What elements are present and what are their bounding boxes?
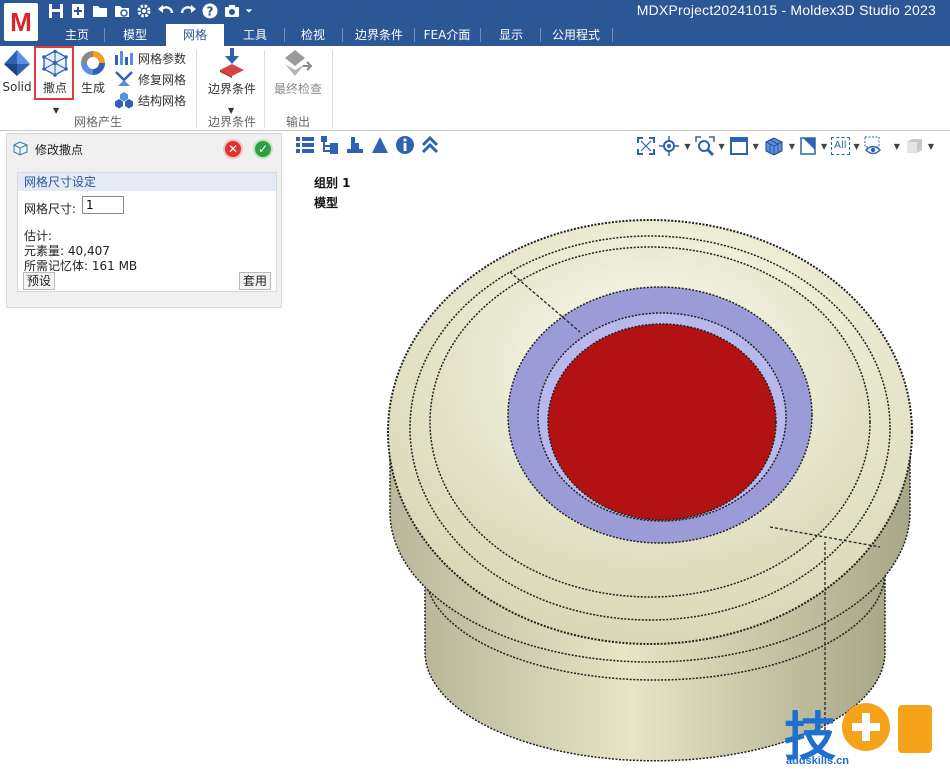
- watermark-logo: 技 addskills.cn: [784, 695, 944, 768]
- solid-label: Solid: [2, 80, 32, 94]
- mesh-params-label: 网格参数: [138, 51, 187, 66]
- 3d-viewport[interactable]: ▼ ▼ ▼ ▼ ▼ All ▼ ▼ ▼ 组别 1 模型: [290, 132, 950, 769]
- mesh-size-label: 网格尺寸:: [24, 202, 77, 216]
- save-icon[interactable]: [46, 1, 66, 21]
- group-label-boundary: 边界条件: [208, 115, 257, 129]
- boundary-conditions-label: 边界条件: [207, 82, 256, 96]
- tab-mesh[interactable]: 网格: [166, 24, 224, 46]
- group-label-output: 输出: [286, 115, 311, 129]
- close-icon: ✕: [227, 142, 239, 156]
- boundary-conditions-icon: [220, 48, 244, 78]
- tab-separator: [104, 28, 105, 42]
- preset-button[interactable]: 预设: [23, 272, 56, 290]
- tab-utilities[interactable]: 公用程式: [544, 24, 608, 46]
- window-title: MDXProject20241015 - Moldex3D Studio 202…: [636, 2, 936, 18]
- tab-separator: [480, 28, 481, 42]
- repair-mesh-label: 修复网格: [138, 72, 187, 87]
- structured-mesh-icon: [115, 92, 133, 109]
- solid-button[interactable]: Solid: [2, 48, 32, 94]
- tab-separator: [612, 28, 613, 42]
- final-check-icon: [285, 50, 313, 76]
- app-logo-letter: M: [10, 6, 32, 37]
- generate-label: 生成: [80, 81, 105, 95]
- ribbon: Solid 撒点 ▼ 生成 网格参数 修复网格 结构网格 网格产生 边界条件 ▼…: [0, 46, 950, 131]
- open-folder-icon[interactable]: [90, 1, 110, 21]
- group-title: 网格尺寸设定: [18, 173, 276, 191]
- tab-boundary-conditions[interactable]: 边界条件: [346, 24, 412, 46]
- structured-mesh-button[interactable]: 结构网格: [114, 90, 186, 110]
- tab-home[interactable]: 主页: [54, 24, 100, 46]
- tab-fea-interface[interactable]: FEA介面: [418, 24, 476, 46]
- generate-mesh-icon: [81, 51, 105, 75]
- structured-mesh-label: 结构网格: [138, 93, 187, 108]
- mesh-model-render[interactable]: [290, 132, 950, 769]
- tab-display[interactable]: 显示: [486, 24, 536, 46]
- help-icon[interactable]: ?: [200, 1, 220, 21]
- tab-separator: [284, 28, 285, 42]
- gear-icon[interactable]: [134, 1, 154, 21]
- cube-icon: [13, 141, 28, 156]
- group-separator: [196, 50, 197, 128]
- camera-icon[interactable]: [222, 1, 242, 21]
- group-separator: [332, 50, 333, 128]
- solid-icon: [4, 50, 30, 76]
- boundary-conditions-button[interactable]: 边界条件: [206, 48, 258, 97]
- group-separator: [264, 50, 265, 128]
- core-face: [547, 323, 777, 521]
- title-bar: ? MDXProject20241015 - Moldex3D Studio 2…: [0, 0, 950, 22]
- tab-separator: [342, 28, 343, 42]
- confirm-button[interactable]: ✓: [253, 139, 273, 159]
- tab-separator: [540, 28, 541, 42]
- panel-title: 修改撒点: [35, 143, 84, 157]
- final-check-button[interactable]: 最终检查: [272, 48, 324, 97]
- apply-button[interactable]: 套用: [239, 272, 272, 290]
- tab-separator: [414, 28, 415, 42]
- final-check-label: 最终检查: [273, 82, 322, 96]
- quick-access-toolbar: ?: [46, 1, 254, 21]
- mesh-size-input[interactable]: [82, 196, 124, 214]
- mesh-params-button[interactable]: 网格参数: [114, 48, 186, 68]
- cancel-button[interactable]: ✕: [223, 139, 243, 159]
- search-folder-icon[interactable]: [112, 1, 132, 21]
- seed-dropdown-caret[interactable]: ▼: [53, 106, 59, 115]
- ribbon-tab-bar: 主页 模型 网格 工具 检视 边界条件 FEA介面 显示 公用程式: [0, 22, 950, 46]
- seed-button[interactable]: 撒点: [38, 49, 72, 96]
- mesh-size-group: 网格尺寸设定 网格尺寸: 估计: 元素量: 40,407 所需记忆体: 161 …: [17, 172, 277, 292]
- app-logo[interactable]: M: [4, 3, 38, 41]
- group-label-mesh: 网格产生: [74, 115, 123, 129]
- svg-text:?: ?: [207, 5, 214, 19]
- tab-view[interactable]: 检视: [288, 24, 338, 46]
- redo-icon[interactable]: [178, 1, 198, 21]
- undo-icon[interactable]: [156, 1, 176, 21]
- repair-mesh-button[interactable]: 修复网格: [114, 69, 186, 89]
- check-icon: ✓: [257, 142, 269, 156]
- mesh-params-icon: [115, 51, 133, 65]
- plus-badge-icon: [842, 703, 932, 753]
- panel-header: 修改撒点 ✕ ✓: [7, 134, 281, 162]
- tab-model[interactable]: 模型: [110, 24, 160, 46]
- watermark-url: addskills.cn: [786, 755, 849, 767]
- seed-mesh-icon: [42, 49, 68, 77]
- generate-button[interactable]: 生成: [78, 49, 108, 96]
- repair-mesh-icon: [115, 71, 133, 86]
- tab-tools[interactable]: 工具: [230, 24, 280, 46]
- chevron-down-icon[interactable]: [244, 1, 254, 21]
- seed-label: 撒点: [42, 81, 67, 95]
- modify-seed-panel: 修改撒点 ✕ ✓ 网格尺寸设定 网格尺寸: 估计: 元素量: 40,407 所需…: [6, 133, 282, 308]
- new-icon[interactable]: [68, 1, 88, 21]
